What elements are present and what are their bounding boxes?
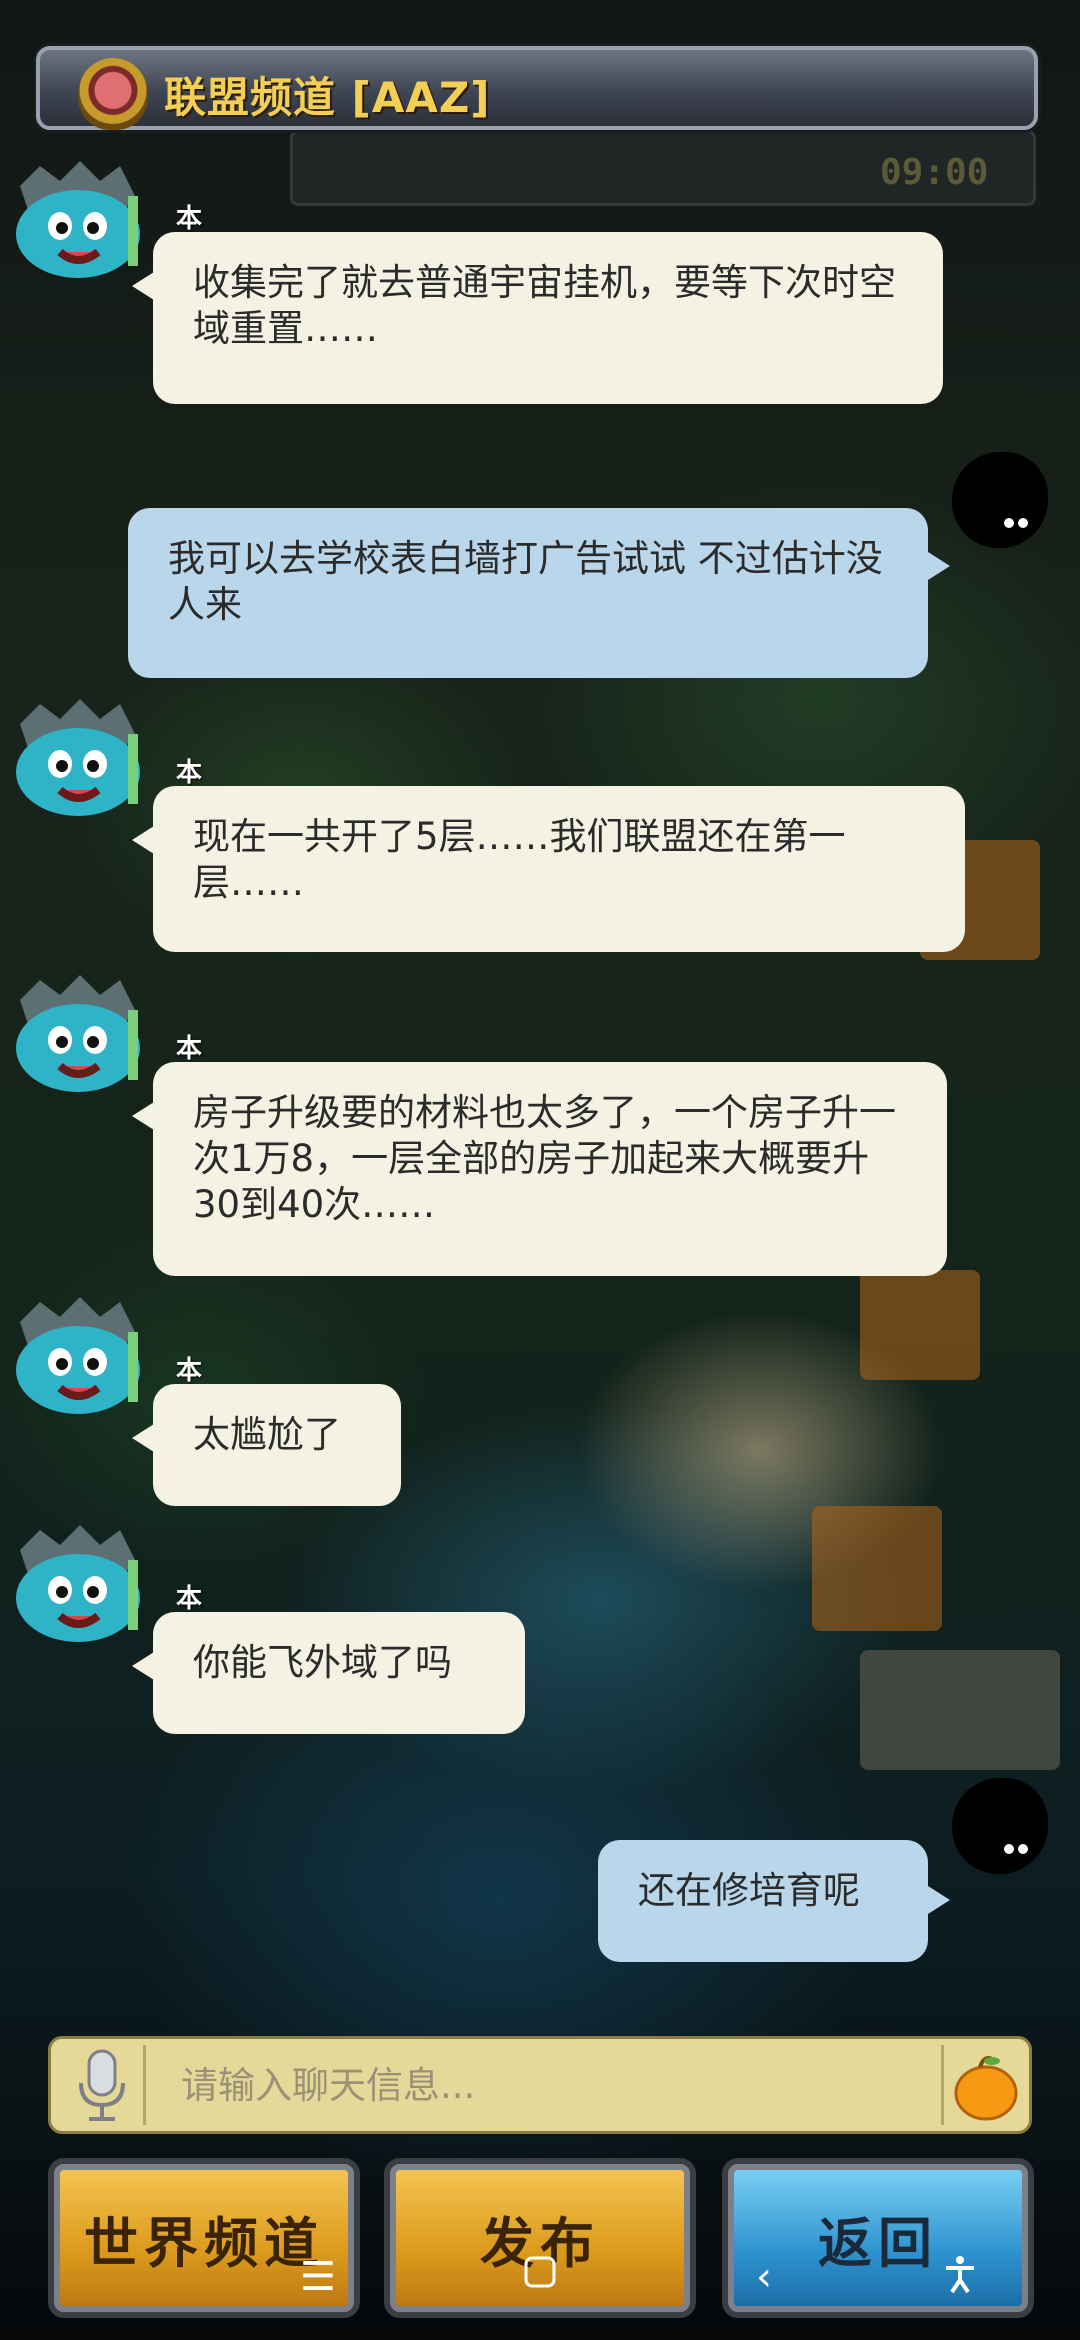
map-decoration xyxy=(860,1650,1060,1770)
bubble-tail xyxy=(132,826,154,854)
accessibility-icon[interactable] xyxy=(940,2254,980,2304)
menu-icon[interactable]: ☰ xyxy=(300,2254,336,2300)
background-timer: 09:00 xyxy=(880,152,989,193)
self-avatar[interactable] xyxy=(952,1778,1048,1874)
bubble-tail xyxy=(132,272,154,300)
message-bubble: 收集完了就去普通宇宙挂机，要等下次时空域重置…… xyxy=(153,232,943,404)
emoji-icon[interactable] xyxy=(941,2045,1024,2125)
player-avatar[interactable] xyxy=(0,156,150,286)
bubble-tail xyxy=(928,552,950,580)
bubble-tail xyxy=(132,1652,154,1680)
bubble-tail xyxy=(132,1102,154,1130)
bubble-tail xyxy=(132,1424,154,1452)
back-icon[interactable]: ‹ xyxy=(756,2254,772,2300)
message-bubble: 我可以去学校表白墙打广告试试 不过估计没人来 xyxy=(128,508,928,678)
avatar-eye xyxy=(1004,1844,1014,1854)
player-avatar[interactable] xyxy=(0,970,150,1100)
message-bubble: 你能飞外域了吗 xyxy=(153,1612,525,1734)
channel-header: 联盟频道 [AAZ] xyxy=(36,46,1038,130)
bubble-tail xyxy=(928,1886,950,1914)
map-decoration xyxy=(812,1506,942,1631)
chat-input-bar xyxy=(48,2036,1032,2134)
alliance-badge-icon xyxy=(78,58,148,130)
avatar-eye xyxy=(1018,518,1028,528)
message-bubble: 现在一共开了5层……我们联盟还在第一层…… xyxy=(153,786,965,952)
self-avatar[interactable] xyxy=(952,452,1048,548)
player-avatar[interactable] xyxy=(0,1292,150,1422)
microphone-icon[interactable] xyxy=(59,2045,146,2125)
avatar-eye xyxy=(1004,518,1014,528)
message-bubble: 房子升级要的材料也太多了，一个房子升一次1万8，一层全部的房子加起来大概要升30… xyxy=(153,1062,947,1276)
chat-input[interactable] xyxy=(161,2039,981,2131)
player-avatar[interactable] xyxy=(0,694,150,824)
avatar-eye xyxy=(1018,1844,1028,1854)
message-bubble: 还在修培育呢 xyxy=(598,1840,928,1962)
player-avatar[interactable] xyxy=(0,1520,150,1650)
message-bubble: 太尴尬了 xyxy=(153,1384,401,1506)
map-decoration xyxy=(860,1270,980,1380)
home-icon[interactable] xyxy=(522,2254,558,2300)
channel-title: 联盟频道 [AAZ] xyxy=(164,73,491,122)
